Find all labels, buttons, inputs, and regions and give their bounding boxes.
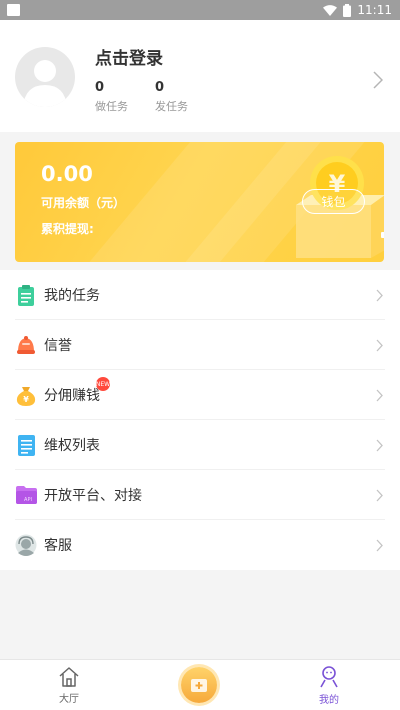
menu-item-open-platform[interactable]: API 开放平台、对接	[0, 470, 400, 520]
tab-mine[interactable]: 我的	[299, 666, 359, 706]
svg-text:¥: ¥	[23, 395, 29, 404]
chevron-right-icon	[376, 539, 383, 551]
menu-label-my-tasks: 我的任务	[44, 288, 100, 304]
stat-do-task[interactable]: 0 做任务	[95, 80, 128, 114]
chevron-right-icon[interactable]	[373, 71, 383, 89]
stat-post-task[interactable]: 0 发任务	[155, 80, 188, 114]
chevron-right-icon	[376, 289, 383, 301]
balance-amount: 0.00	[41, 162, 93, 186]
tab-mine-label: 我的	[319, 695, 339, 706]
menu-item-commission[interactable]: ¥ 分佣赚钱 NEW	[0, 370, 400, 420]
menu-label-credit: 信誉	[44, 338, 72, 354]
avatar-placeholder-icon	[23, 60, 67, 107]
menu-item-customer-service[interactable]: 客服	[0, 520, 400, 570]
menu-label-commission: 分佣赚钱	[44, 388, 100, 404]
status-time: 11:11	[357, 3, 392, 17]
document-icon	[15, 434, 37, 456]
bottom-tab-bar: 大厅 我的	[0, 659, 400, 710]
money-bag-icon: ¥	[15, 384, 37, 406]
new-badge: NEW	[96, 377, 110, 391]
add-icon	[191, 678, 207, 692]
status-right: 11:11	[323, 3, 392, 17]
tab-lobby-label: 大厅	[59, 694, 79, 705]
add-task-button[interactable]	[181, 667, 217, 703]
menu-item-credit[interactable]: 信誉	[0, 320, 400, 370]
withdraw-total-label: 累积提现:	[41, 222, 94, 236]
tab-lobby[interactable]: 大厅	[39, 666, 99, 705]
menu-item-my-tasks[interactable]: 我的任务	[0, 270, 400, 320]
chevron-right-icon	[376, 389, 383, 401]
chevron-right-icon	[376, 339, 383, 351]
menu-list: 我的任务 信誉 ¥ 分佣赚钱 NEW 维权列表 API 开放平台、对接 客服	[0, 270, 400, 570]
login-link[interactable]: 点击登录	[95, 44, 163, 69]
stat-post-task-value: 0	[155, 80, 165, 95]
menu-label-rights-list: 维权列表	[44, 438, 100, 454]
person-icon	[320, 666, 338, 688]
status-bar: 11:11	[0, 0, 400, 20]
bell-icon	[15, 334, 37, 356]
wallet-button[interactable]: 钱包	[302, 189, 365, 214]
menu-label-customer-service: 客服	[44, 538, 72, 554]
menu-item-rights-list[interactable]: 维权列表	[0, 420, 400, 470]
chevron-right-icon	[376, 489, 383, 501]
clipboard-icon	[15, 284, 37, 306]
wallet-card[interactable]: 0.00 可用余额（元） 累积提现: ¥ 钱包	[15, 142, 384, 262]
stat-do-task-label: 做任务	[95, 100, 128, 113]
card-indicator	[381, 232, 384, 238]
stat-post-task-label: 发任务	[155, 100, 188, 113]
balance-label: 可用余额（元）	[41, 196, 126, 210]
profile-header[interactable]: 点击登录 0 做任务 0 发任务	[0, 20, 400, 132]
api-folder-icon: API	[15, 484, 37, 506]
notification-icon	[7, 4, 20, 16]
menu-label-open-platform: 开放平台、对接	[44, 488, 142, 504]
avatar[interactable]	[15, 47, 75, 107]
customer-service-icon	[15, 534, 37, 556]
wifi-icon	[323, 4, 338, 16]
svg-text:API: API	[24, 497, 32, 503]
home-icon	[59, 667, 79, 687]
battery-icon	[343, 3, 352, 17]
stat-do-task-value: 0	[95, 80, 105, 95]
chevron-right-icon	[376, 439, 383, 451]
